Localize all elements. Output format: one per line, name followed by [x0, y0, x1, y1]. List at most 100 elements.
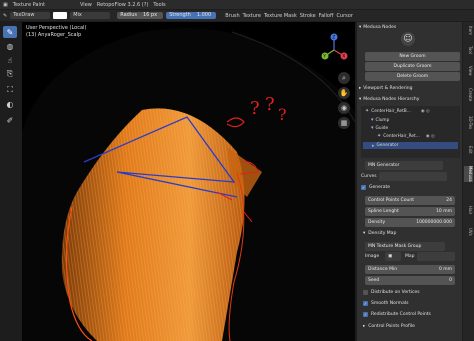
color-swatch[interactable] — [53, 12, 68, 19]
mode-menu[interactable]: Texture Paint — [13, 2, 45, 8]
clone-tool-icon[interactable]: ⎘ — [3, 68, 17, 80]
collapse-arrow-icon: ▾ — [359, 96, 362, 102]
gizmo-z-label: Z — [332, 35, 335, 41]
blend-mode-dropdown[interactable]: Mix — [70, 12, 111, 19]
tool-shelf: ✎ ◍ ☝ ⎘ ⛶ ◐ ✐ — [0, 22, 22, 341]
map-row: Map — [405, 254, 415, 259]
seed-field[interactable]: Seed 0 — [365, 276, 455, 285]
tree-item[interactable]: ✦ CenterHair_RetB... ◉ ◎ — [365, 108, 430, 114]
strength-field[interactable]: Strength 1.000 — [166, 12, 217, 19]
tab-3d-tex[interactable]: 3D-Tex — [464, 116, 473, 129]
brush-menu[interactable]: Brush — [225, 13, 239, 19]
tree-item[interactable]: ✦ CenterHair_Ret... ◉ ◎ — [377, 133, 435, 139]
tree-item[interactable]: ▾ Clump — [371, 117, 389, 123]
tab-medusa[interactable]: Medusa — [464, 166, 473, 182]
tree-item-label: CenterHair_Ret... — [383, 133, 420, 139]
navigation-gizmo[interactable]: X Z Y — [314, 30, 354, 70]
tree-item-label: Guide — [375, 125, 389, 131]
control-points-value: 24 — [446, 198, 452, 203]
smooth-normals-checkbox[interactable]: ✓ Smooth Normals — [363, 301, 408, 306]
distance-min-value: 0 mm — [438, 267, 452, 272]
spline-length-field[interactable]: Spline Lenght 10 mm — [365, 207, 455, 216]
hierarchy-tree: ✦ CenterHair_RetB... ◉ ◎ ▾ Clump ▾ Guide… — [361, 106, 460, 158]
svg-text:?: ? — [278, 105, 287, 124]
soften-tool-icon[interactable]: ◍ — [3, 40, 17, 52]
mask-group-label: MN Texture Mask Group — [368, 244, 422, 249]
density-field[interactable]: Density 100000000.000 — [365, 218, 455, 227]
tab-edit[interactable]: Edit — [464, 146, 473, 154]
generate-checkbox[interactable]: ✓ Generate — [361, 185, 390, 190]
view-menu[interactable]: View — [80, 2, 92, 8]
node-name-value: MN Generator — [368, 163, 400, 168]
control-points-label: Control Points Count — [368, 198, 415, 203]
brush-selector[interactable]: TexDraw — [10, 12, 51, 19]
curves-selector[interactable] — [379, 172, 447, 181]
mask-tool-icon[interactable]: ◐ — [3, 98, 17, 110]
image-selector[interactable]: ▣ — [385, 252, 401, 261]
distance-min-field[interactable]: Distance Min 0 mm — [365, 265, 455, 274]
hierarchy-header[interactable]: ▾ Medusa Nodes Hierarchy — [359, 95, 460, 103]
visibility-eye-icon[interactable]: ◉ ◎ — [426, 134, 435, 139]
node-name-field[interactable]: MN Generator — [365, 161, 443, 170]
zoom-icon[interactable]: ⌕ — [338, 72, 350, 84]
map-selector[interactable] — [417, 252, 455, 261]
tools-menu[interactable]: Tools — [153, 2, 165, 8]
editor-type-icon[interactable]: ▣ — [3, 2, 8, 8]
image-row: Image — [365, 254, 379, 259]
redistribute-checkbox[interactable]: ✓ Redistribute Control Points — [363, 312, 431, 317]
distribute-checkbox[interactable]: Distribute on Vertices — [363, 290, 420, 295]
radius-field[interactable]: Radius 16 px — [117, 12, 164, 19]
tree-item-label: Generator — [376, 143, 399, 148]
texture-mask-menu[interactable]: Texture Mask — [264, 13, 297, 19]
seed-label: Seed — [368, 278, 380, 283]
tab-uvs[interactable]: UVs — [464, 228, 473, 236]
density-map-header[interactable]: ▾ Density Map — [363, 231, 396, 236]
tab-hair[interactable]: Hair — [464, 206, 473, 214]
3d-viewport[interactable]: User Perspective (Local) (13) AnyaRoger_… — [22, 22, 355, 341]
cursor-menu[interactable]: Cursor — [336, 13, 352, 19]
medusa-nodes-header[interactable]: ▾ Medusa Nodes — [359, 23, 460, 31]
medusa-nodes-title: Medusa Nodes — [363, 24, 397, 30]
seed-value: 0 — [449, 278, 452, 283]
viewport-rendering-header[interactable]: ▸ Viewport & Rendering — [359, 84, 460, 92]
tab-view[interactable]: View — [464, 66, 473, 76]
spline-length-value: 10 mm — [436, 209, 452, 214]
smooth-normals-label: Smooth Normals — [371, 301, 409, 306]
checkbox-icon: ✓ — [363, 312, 368, 317]
checkbox-icon: ✓ — [363, 301, 368, 306]
curves-label: Curves — [361, 174, 377, 179]
fill-tool-icon[interactable]: ⛶ — [3, 84, 17, 96]
mask-group-selector[interactable]: MN Texture Mask Group — [365, 242, 445, 251]
texture-menu[interactable]: Texture — [243, 13, 261, 19]
tree-item[interactable]: ▾ Guide — [371, 125, 388, 131]
collapse-arrow-icon: ▾ — [363, 231, 366, 236]
tree-item-label: CenterHair_RetB... — [371, 108, 411, 114]
draw-tool-icon[interactable]: ✎ — [3, 26, 17, 38]
retopoflow-menu[interactable]: RetopoFlow 3.2.6 (?) — [97, 2, 148, 8]
profile-header[interactable]: ▸ Control Points Profile — [363, 324, 415, 329]
curves-row: Curves — [361, 174, 377, 179]
brush-icon[interactable]: ✎ — [3, 13, 7, 19]
tab-item[interactable]: Item — [464, 26, 473, 35]
spline-length-label: Spline Lenght — [368, 209, 399, 214]
svg-text:?: ? — [265, 94, 275, 115]
pan-hand-icon[interactable]: ✋ — [338, 87, 350, 99]
hierarchy-title: Medusa Nodes Hierarchy — [363, 96, 420, 102]
visibility-eye-icon[interactable]: ◉ ◎ — [421, 109, 430, 114]
stroke-menu[interactable]: Stroke — [300, 13, 316, 19]
delete-groom-button[interactable]: Delete Groom — [365, 72, 460, 81]
duplicate-groom-button[interactable]: Duplicate Groom — [365, 62, 460, 71]
new-groom-button[interactable]: New Groom — [365, 52, 460, 61]
smear-tool-icon[interactable]: ☝ — [3, 54, 17, 66]
strength-label: Strength — [169, 12, 191, 18]
tab-tool[interactable]: Tool — [464, 46, 473, 54]
tool-header: ✎ TexDraw Mix Radius 16 px Strength 1.00… — [0, 10, 474, 21]
density-label: Density — [368, 220, 386, 225]
tree-item-selected[interactable]: ▸ Generator — [363, 142, 458, 149]
annotate-tool-icon[interactable]: ✐ — [3, 114, 17, 126]
grid-icon[interactable]: ▦ — [338, 117, 350, 129]
camera-icon[interactable]: ◉ — [338, 102, 350, 114]
falloff-menu[interactable]: Falloff — [319, 13, 334, 19]
control-points-field[interactable]: Control Points Count 24 — [365, 196, 455, 205]
tab-create[interactable]: Create — [464, 88, 473, 101]
